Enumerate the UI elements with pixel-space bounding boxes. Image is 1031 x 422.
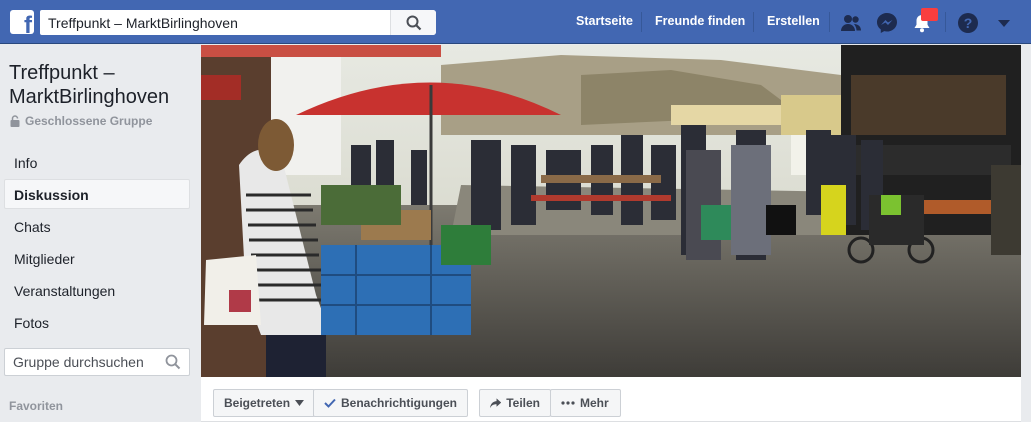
checkmark-icon [324, 398, 336, 408]
nav-divider [945, 12, 946, 32]
messenger-icon[interactable] [875, 11, 899, 35]
group-privacy: Geschlossene Gruppe [9, 114, 152, 128]
favorites-heading: Favoriten [9, 399, 64, 413]
group-action-bar: Beigetreten Benachrichtigungen Teilen Me… [201, 377, 1021, 422]
nav-find-friends-link[interactable]: Freunde finden [655, 14, 745, 28]
lock-icon [10, 115, 20, 127]
page-scrollbar[interactable] [1021, 45, 1031, 422]
top-navigation-bar: f Startseite Freunde finden Erstellen ? [0, 0, 1031, 44]
more-button[interactable]: Mehr [550, 389, 621, 417]
menu-item-events[interactable]: Veranstaltungen [4, 275, 190, 305]
global-search [40, 10, 436, 35]
group-search-input[interactable] [5, 350, 155, 374]
account-menu-icon[interactable] [992, 11, 1016, 35]
nav-divider [753, 12, 754, 32]
caret-down-icon [295, 400, 304, 406]
help-icon[interactable]: ? [956, 11, 980, 35]
more-dots-icon [561, 401, 575, 405]
joined-button-label: Beigetreten [224, 396, 291, 410]
group-title[interactable]: Treffpunkt – MarktBirlinghoven [9, 61, 194, 109]
cover-photo[interactable] [201, 45, 1021, 377]
nav-divider [641, 12, 642, 32]
global-search-input[interactable] [40, 11, 392, 34]
group-menu: Info Diskussion Chats Mitglieder Veranst… [4, 147, 190, 339]
search-icon[interactable] [165, 354, 181, 370]
share-button[interactable]: Teilen [479, 389, 551, 417]
nav-home-link[interactable]: Startseite [576, 14, 633, 28]
notifications-button[interactable]: Benachrichtigungen [313, 389, 468, 417]
menu-item-chats[interactable]: Chats [4, 211, 190, 241]
search-button[interactable] [390, 10, 436, 35]
left-sidebar: Treffpunkt – MarktBirlinghoven Geschloss… [0, 45, 200, 422]
group-privacy-label: Geschlossene Gruppe [25, 114, 153, 128]
facebook-logo-icon[interactable]: f [10, 10, 34, 34]
menu-item-discussion[interactable]: Diskussion [4, 179, 190, 209]
friend-requests-icon[interactable] [839, 11, 863, 35]
more-button-label: Mehr [580, 396, 609, 410]
svg-text:?: ? [964, 15, 973, 31]
nav-divider [829, 12, 830, 32]
menu-item-photos[interactable]: Fotos [4, 307, 190, 337]
menu-item-info[interactable]: Info [4, 147, 190, 177]
joined-button[interactable]: Beigetreten [213, 389, 315, 417]
share-arrow-icon [490, 397, 502, 408]
menu-item-members[interactable]: Mitglieder [4, 243, 190, 273]
nav-create-link[interactable]: Erstellen [767, 14, 820, 28]
group-search [4, 348, 190, 376]
notifications-button-label: Benachrichtigungen [340, 396, 457, 410]
search-icon [406, 15, 421, 30]
share-button-label: Teilen [506, 396, 540, 410]
notification-badge [921, 8, 938, 21]
